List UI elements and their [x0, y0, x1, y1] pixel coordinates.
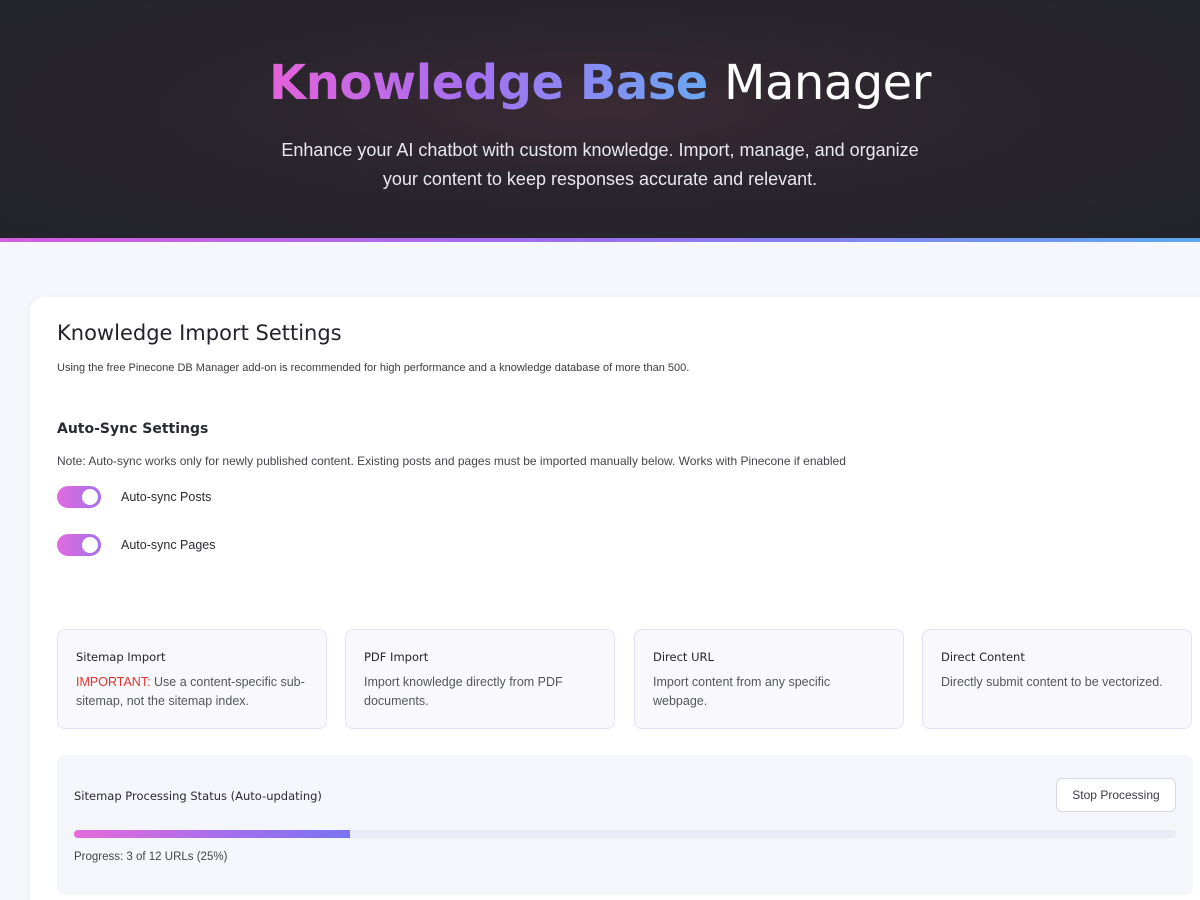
sitemap-import-card[interactable]: Sitemap Import IMPORTANT: Use a content-… [57, 629, 327, 729]
method-description: Import knowledge directly from PDF docum… [364, 675, 563, 708]
page-title-rest: Manager [724, 55, 931, 111]
progress-bar-fill [74, 830, 350, 838]
method-description: Directly submit content to be vectorized… [941, 675, 1163, 689]
settings-description: Using the free Pinecone DB Manager add-o… [57, 362, 690, 374]
auto-sync-pages-label: Auto-sync Pages [121, 538, 216, 552]
page-title: Knowledge Base Manager [0, 55, 1200, 111]
hero-divider [0, 238, 1200, 242]
auto-sync-pages-toggle[interactable] [57, 534, 101, 556]
method-title: Direct URL [653, 650, 714, 664]
toggle-knob [82, 537, 98, 553]
method-description: IMPORTANT: Use a content-specific sub-si… [76, 673, 308, 711]
method-title: Sitemap Import [76, 650, 166, 664]
auto-sync-posts-row: Auto-sync Posts [57, 486, 211, 508]
auto-sync-title: Auto-Sync Settings [57, 421, 209, 437]
direct-content-card[interactable]: Direct Content Directly submit content t… [922, 629, 1192, 729]
method-title: PDF Import [364, 650, 429, 664]
progress-text: Progress: 3 of 12 URLs (25%) [74, 851, 228, 863]
status-title: Sitemap Processing Status (Auto-updating… [74, 789, 322, 803]
pdf-import-card[interactable]: PDF Import Import knowledge directly fro… [345, 629, 615, 729]
settings-title: Knowledge Import Settings [57, 321, 342, 345]
progress-bar [74, 830, 1176, 838]
method-description: Import content from any specific webpage… [653, 675, 831, 708]
direct-url-card[interactable]: Direct URL Import content from any speci… [634, 629, 904, 729]
toggle-knob [82, 489, 98, 505]
page-title-highlight: Knowledge Base [269, 55, 708, 111]
processing-status-panel: Sitemap Processing Status (Auto-updating… [57, 755, 1193, 895]
important-label: IMPORTANT: [76, 675, 151, 689]
auto-sync-note: Note: Auto-sync works only for newly pub… [57, 454, 846, 468]
auto-sync-pages-row: Auto-sync Pages [57, 534, 216, 556]
settings-card: Knowledge Import Settings Using the free… [30, 297, 1200, 900]
stop-processing-button[interactable]: Stop Processing [1056, 778, 1176, 812]
auto-sync-posts-toggle[interactable] [57, 486, 101, 508]
method-title: Direct Content [941, 650, 1025, 664]
auto-sync-posts-label: Auto-sync Posts [121, 490, 212, 504]
hero-header: Knowledge Base Manager Enhance your AI c… [0, 0, 1200, 242]
page-subtitle: Enhance your AI chatbot with custom know… [281, 140, 919, 189]
